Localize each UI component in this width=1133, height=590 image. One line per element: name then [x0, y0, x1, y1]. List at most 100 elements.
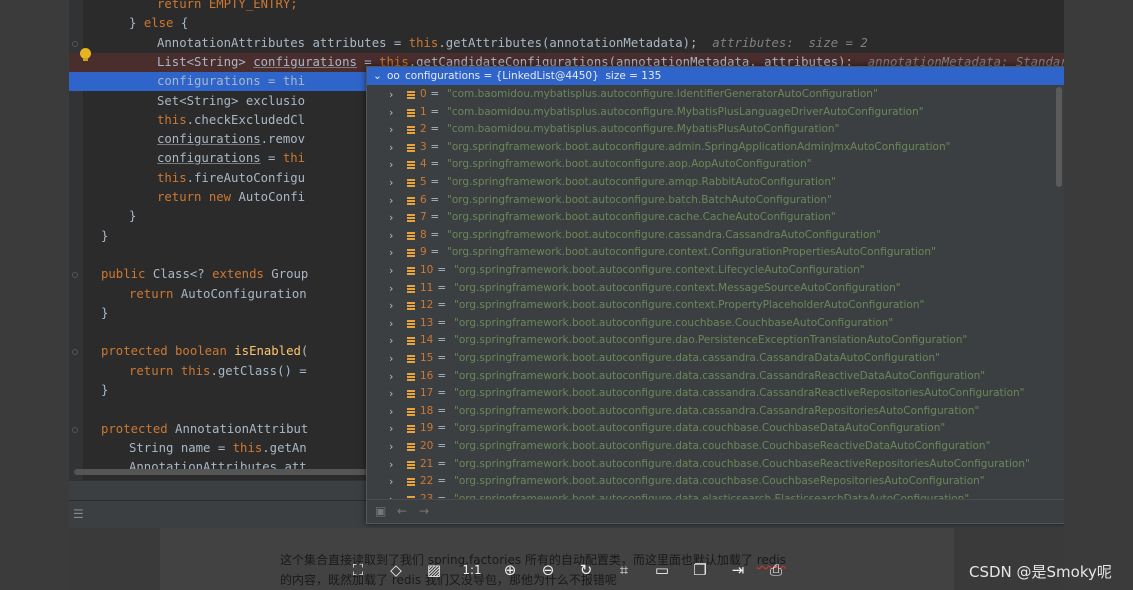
forward-arrow-icon[interactable]: → [419, 504, 429, 518]
list-item[interactable]: › 12 = "org.springframework.boot.autoconf… [367, 297, 1057, 315]
chevron-right-icon[interactable]: › [389, 121, 393, 139]
chevron-right-icon[interactable]: › [389, 350, 393, 368]
chevron-right-icon[interactable]: › [389, 473, 393, 491]
code-token: public [101, 267, 146, 282]
list-item[interactable]: › 22 = "org.springframework.boot.autoconf… [367, 473, 1057, 491]
list-item[interactable]: › 6 = "org.springframework.boot.autoconfi… [367, 192, 1057, 210]
list-item[interactable]: › 10 = "org.springframework.boot.autoconf… [367, 262, 1057, 280]
image-icon[interactable]: ▨ [422, 558, 446, 582]
chevron-right-icon[interactable]: › [389, 438, 393, 456]
list-item-value: "org.springframework.boot.autoconfigure.… [454, 264, 865, 276]
list-item[interactable]: › 15 = "org.springframework.boot.autoconf… [367, 350, 1057, 368]
list-item-value: "org.springframework.boot.autoconfigure.… [447, 158, 812, 171]
chevron-right-icon[interactable]: › [389, 209, 393, 227]
chevron-right-icon[interactable]: › [389, 385, 393, 403]
chevron-right-icon[interactable]: › [389, 262, 393, 280]
code-token: extends [212, 267, 264, 282]
popup-header[interactable]: ⌄ oo configurations = {LinkedList@4450} … [367, 67, 1064, 85]
list-item[interactable]: › 9 = "org.springframework.boot.autoconfi… [367, 244, 1057, 262]
debug-value-popup[interactable]: ⌄ oo configurations = {LinkedList@4450} … [366, 66, 1064, 524]
code-token: } [101, 228, 109, 243]
chevron-right-icon[interactable]: › [389, 420, 393, 438]
popup-item-list: › 0 = "com.baomidou.mybatisplus.autoconfi… [367, 86, 1057, 500]
list-item[interactable]: › 7 = "org.springframework.boot.autoconfi… [367, 209, 1057, 227]
list-item[interactable]: › 14 = "org.springframework.boot.autoconf… [367, 332, 1057, 350]
code-token: ( [300, 344, 309, 359]
popup-vertical-scrollbar[interactable] [1056, 87, 1062, 187]
pin-icon[interactable]: ▣ [375, 504, 386, 518]
crop-icon[interactable]: ⌗ [612, 558, 636, 582]
list-item[interactable]: › 19 = "org.springframework.boot.autoconf… [367, 420, 1057, 438]
chevron-right-icon[interactable]: › [389, 227, 393, 245]
chevron-right-icon[interactable]: › [389, 368, 393, 386]
zoom-in-icon[interactable]: ⊕ [498, 558, 522, 582]
lightbulb-icon[interactable] [80, 48, 91, 61]
list-item[interactable]: › 0 = "com.baomidou.mybatisplus.autoconfi… [367, 86, 1057, 104]
code-token: { [173, 16, 189, 31]
chevron-right-icon[interactable]: › [389, 104, 393, 122]
rotate-icon[interactable]: ↻ [574, 558, 598, 582]
back-arrow-icon[interactable]: ← [397, 504, 407, 518]
chevron-right-icon[interactable]: › [389, 156, 393, 174]
list-item-equals: = [427, 158, 443, 171]
gutter-fold-icon[interactable] [72, 272, 78, 279]
export-icon[interactable]: ⇥ [726, 558, 750, 582]
list-item[interactable]: › 21 = "org.springframework.boot.autoconf… [367, 456, 1057, 474]
fit-window-icon[interactable]: ⛶ [346, 558, 370, 582]
code-line-text: protected boolean isEnabled( [101, 342, 308, 361]
chevron-right-icon[interactable]: › [389, 139, 393, 157]
list-item-equals: = [434, 334, 450, 347]
list-item-value: "org.springframework.boot.autoconfigure.… [454, 475, 985, 488]
list-item[interactable]: › 2 = "com.baomidou.mybatisplus.autoconfi… [367, 121, 1057, 139]
code-line[interactable]: return EMPTY_ENTRY; [69, 0, 1064, 14]
list-element-icon [407, 284, 415, 293]
list-item[interactable]: › 11 = "org.springframework.boot.autoconf… [367, 280, 1057, 298]
list-item[interactable]: › 8 = "org.springframework.boot.autoconfi… [367, 227, 1057, 245]
chevron-down-icon[interactable]: ⌄ [373, 67, 382, 85]
list-item[interactable]: › 16 = "org.springframework.boot.autoconf… [367, 368, 1057, 386]
list-item-equals: = [427, 88, 443, 100]
gutter-fold-icon[interactable] [72, 426, 78, 433]
settings-list-icon[interactable]: ☰ [73, 507, 84, 521]
actual-size-icon[interactable]: 1:1 [460, 558, 484, 582]
copy-image-icon[interactable]: ❐ [688, 558, 712, 582]
list-item[interactable]: › 4 = "org.springframework.boot.autoconfi… [367, 156, 1057, 174]
chevron-right-icon[interactable]: › [389, 280, 393, 298]
gutter-fold-icon[interactable] [72, 349, 78, 356]
list-item[interactable]: › 1 = "com.baomidou.mybatisplus.autoconfi… [367, 104, 1057, 122]
print-icon[interactable]: ⎙ [764, 558, 788, 582]
chevron-right-icon[interactable]: › [389, 315, 393, 333]
list-item-index: 17 [420, 387, 434, 400]
gutter-fold-icon[interactable] [72, 40, 78, 47]
code-line[interactable]: } else { [69, 14, 1064, 33]
chevron-right-icon[interactable]: › [389, 332, 393, 350]
code-token: configurations [253, 54, 357, 69]
chevron-right-icon[interactable]: › [389, 192, 393, 210]
list-item-index: 4 [420, 158, 427, 171]
chevron-right-icon[interactable]: › [389, 456, 393, 474]
code-line-text: this.fireAutoConfigu [157, 169, 305, 188]
list-element-icon [407, 302, 415, 311]
list-item[interactable]: › 3 = "org.springframework.boot.autoconfi… [367, 139, 1057, 157]
list-item[interactable]: › 20 = "org.springframework.boot.autoconf… [367, 438, 1057, 456]
list-item[interactable]: › 17 = "org.springframework.boot.autoconf… [367, 385, 1057, 403]
chevron-right-icon[interactable]: › [389, 297, 393, 315]
code-line-text: protected AnnotationAttribut [101, 420, 308, 439]
chevron-right-icon[interactable]: › [389, 403, 393, 421]
code-token: Class<? [145, 267, 213, 282]
code-line-text: public Class<? extends Group [101, 265, 308, 284]
list-element-icon [407, 267, 415, 275]
list-item[interactable]: › 13 = "org.springframework.boot.autoconf… [367, 315, 1057, 333]
list-item-equals: = [434, 281, 450, 294]
rotate-crop-icon[interactable]: ◇ [384, 558, 408, 582]
list-item-index: 12 [420, 299, 434, 312]
zoom-out-icon[interactable]: ⊖ [536, 558, 560, 582]
chevron-right-icon[interactable]: › [389, 86, 393, 104]
code-line[interactable]: AnnotationAttributes attributes = this.g… [69, 34, 1064, 53]
list-item[interactable]: › 18 = "org.springframework.boot.autoconf… [367, 403, 1057, 421]
chevron-right-icon[interactable]: › [389, 244, 393, 262]
list-item[interactable]: › 5 = "org.springframework.boot.autoconfi… [367, 174, 1057, 192]
code-token: return new [157, 190, 232, 204]
chevron-right-icon[interactable]: › [389, 174, 393, 192]
screenshot-icon[interactable]: ▭ [650, 558, 674, 582]
